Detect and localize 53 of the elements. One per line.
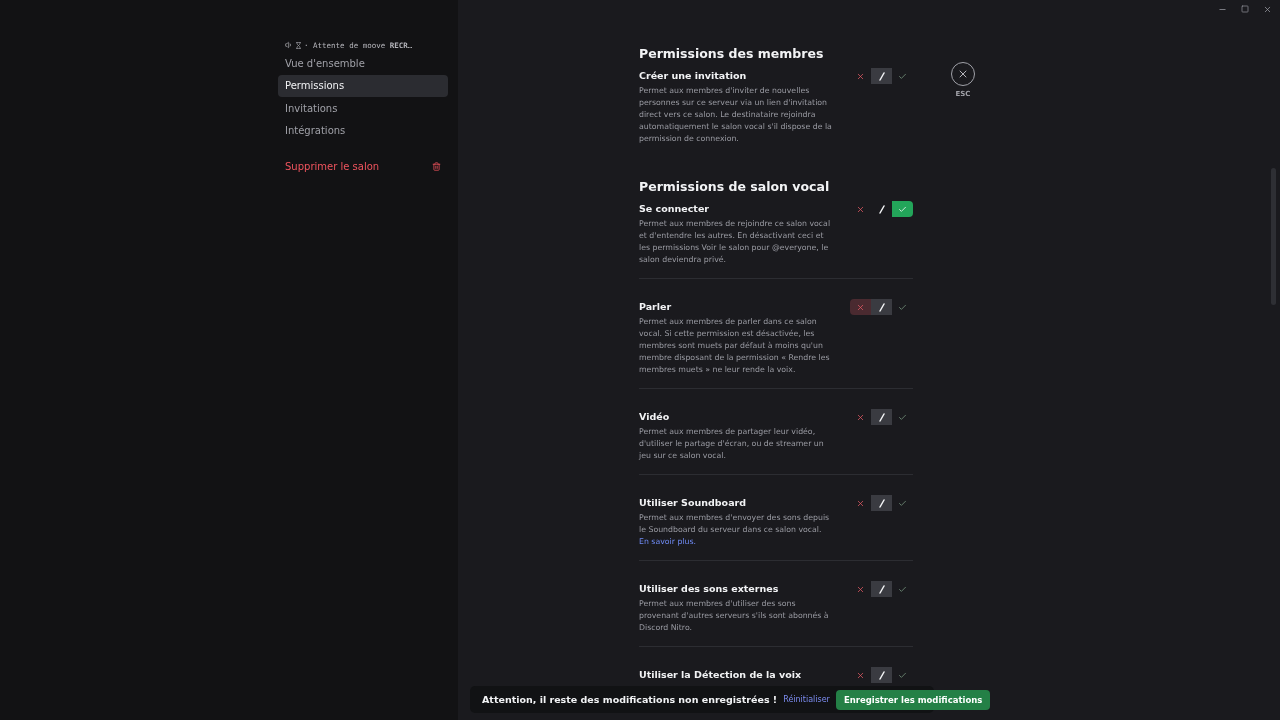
permission-name: Se connecter	[639, 203, 711, 214]
reset-button[interactable]: Réinitialiser	[777, 695, 836, 704]
close-icon[interactable]	[1263, 5, 1272, 14]
sidebar-item[interactable]: Permissions	[278, 74, 448, 97]
close-icon	[957, 68, 969, 80]
slash-icon	[877, 584, 886, 594]
maximize-icon[interactable]	[1241, 5, 1249, 13]
neutral-toggle[interactable]	[871, 409, 892, 425]
neutral-toggle[interactable]	[871, 68, 892, 84]
permission-name: Parler	[639, 301, 673, 312]
slash-icon	[877, 412, 886, 422]
permission-name: Utiliser des sons externes	[639, 583, 780, 594]
close-icon	[856, 71, 865, 81]
delete-channel-label: Supprimer le salon	[285, 160, 380, 172]
neutral-toggle[interactable]	[871, 667, 892, 683]
slash-icon	[877, 204, 886, 214]
sidebar-item[interactable]: Vue d'ensemble	[278, 52, 448, 74]
section-title: Permissions des membres	[639, 46, 825, 61]
check-icon	[898, 302, 907, 312]
check-icon	[898, 71, 907, 81]
close-icon	[856, 412, 865, 422]
sidebar-item[interactable]: Invitations	[278, 97, 448, 119]
slash-icon	[877, 498, 886, 508]
permission-name: Créer une invitation	[639, 70, 748, 81]
sidebar-item[interactable]: Intégrations	[278, 119, 448, 142]
slash-icon	[877, 71, 886, 81]
delete-channel-item[interactable]: Supprimer le salon	[278, 155, 448, 177]
allow-toggle[interactable]	[892, 201, 913, 217]
deny-toggle[interactable]	[850, 299, 871, 315]
speaker-icon	[285, 41, 293, 49]
unsaved-message: Attention, il reste des modifications non enregistrées !	[482, 694, 778, 705]
permission-name: Utiliser la Détection de la voix	[639, 669, 803, 680]
hourglass-icon	[295, 41, 302, 49]
close-icon	[856, 302, 865, 312]
save-button[interactable]: Enregistrer les modifications	[835, 689, 991, 710]
permission-name: Vidéo	[639, 411, 671, 422]
close-icon	[856, 670, 865, 680]
close-icon	[856, 204, 865, 214]
check-icon	[898, 204, 907, 214]
close-icon	[856, 584, 865, 594]
permission-name: Utiliser Soundboard	[639, 497, 748, 508]
close-icon	[856, 498, 865, 508]
neutral-toggle[interactable]	[871, 495, 892, 511]
check-icon	[898, 412, 907, 422]
neutral-toggle[interactable]	[871, 581, 892, 597]
slash-icon	[877, 302, 886, 312]
check-icon	[898, 584, 907, 594]
slash-icon	[877, 670, 886, 680]
section-title: Permissions de salon vocal	[639, 178, 831, 194]
neutral-toggle[interactable]	[871, 299, 892, 315]
check-icon	[898, 670, 907, 680]
check-icon	[898, 498, 907, 508]
trash-icon	[432, 161, 441, 171]
